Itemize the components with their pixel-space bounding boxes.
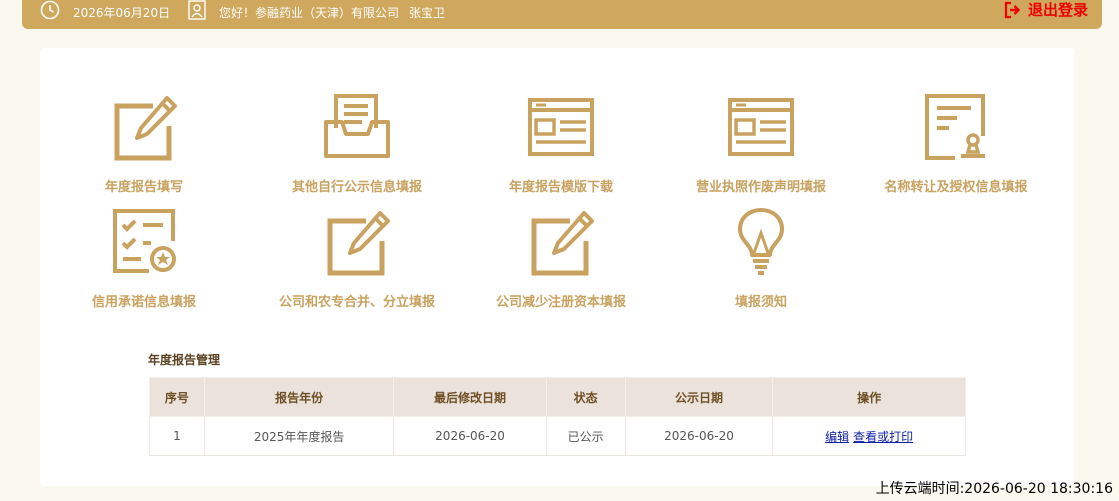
sync-label: 上传云端时间:	[875, 481, 965, 497]
column-header: 序号	[149, 377, 205, 417]
edit-link[interactable]: 编辑	[825, 430, 849, 444]
template-window-icon	[528, 98, 594, 156]
tile-label: 名称转让及授权信息填报	[884, 180, 1028, 195]
tile-label: 公司减少注册资本填报	[495, 295, 626, 310]
user-name: 张宝卫	[409, 6, 446, 20]
tile-label: 信用承诺信息填报	[91, 295, 196, 310]
row-index: 1	[149, 416, 205, 456]
main-panel: 年度报告填写 其他自行公示信息填报 年度报告模版下载 营业执照作废声明填报 名称…	[40, 48, 1074, 486]
tile-label: 其他自行公示信息填报	[291, 180, 422, 195]
column-header: 操作	[772, 377, 966, 417]
tile-label: 公司和农专合并、分立填报	[278, 295, 435, 310]
logout-button[interactable]: 退出登录	[1004, 0, 1088, 20]
section-title: 年度报告管理	[148, 353, 221, 367]
column-header: 状态	[545, 377, 626, 417]
tile-annual-report-fill[interactable]: 年度报告填写	[44, 92, 244, 195]
status: 已公示	[545, 416, 626, 456]
current-date: 2026年06月20日	[73, 6, 171, 20]
edit-icon	[327, 211, 390, 276]
report-year: 2025年年度报告	[203, 416, 395, 456]
clock-icon	[40, 0, 60, 20]
tile-filing-notice[interactable]: 填报须知	[661, 207, 861, 310]
tile-other-disclosure[interactable]: 其他自行公示信息填报	[257, 92, 457, 195]
modified-date: 2026-06-20	[393, 416, 547, 456]
tile-license-void[interactable]: 营业执照作废声明填报	[661, 92, 861, 195]
annual-report-table: 序号 报告年份 最后修改日期 状态 公示日期 操作 1 2025年年度报告 20…	[149, 377, 966, 456]
tile-name-transfer[interactable]: 名称转让及授权信息填报	[856, 92, 1056, 195]
published-date: 2026-06-20	[624, 416, 774, 456]
upload-time: 上传云端时间:2026-06-20 18:30:16	[876, 478, 1113, 498]
tile-label: 填报须知	[734, 295, 787, 310]
table-row: 1 2025年年度报告 2026-06-20 已公示 2026-06-20 编辑…	[149, 416, 966, 456]
logout-label: 退出登录	[1027, 1, 1088, 19]
tile-label: 年度报告填写	[104, 180, 183, 195]
company-name: 参融药业（天津）有限公司	[255, 6, 400, 20]
certificate-stamp-icon	[925, 94, 985, 160]
greeting: 您好！	[219, 6, 256, 20]
tile-credit-commitment[interactable]: 信用承诺信息填报	[44, 207, 244, 310]
inbox-tray-icon	[324, 94, 390, 158]
table-header-row: 序号 报告年份 最后修改日期 状态 公示日期 操作	[149, 377, 966, 417]
sync-time: 2026-06-20 18:30:16	[964, 481, 1113, 497]
user-icon	[188, 0, 206, 20]
actions-cell: 编辑 查看或打印	[772, 416, 966, 456]
column-header: 最后修改日期	[393, 377, 547, 417]
edit-icon	[114, 96, 177, 161]
lightbulb-icon	[738, 208, 784, 275]
license-window-icon	[728, 98, 794, 156]
column-header: 报告年份	[203, 377, 395, 417]
tile-label: 营业执照作废声明填报	[695, 180, 826, 195]
logout-icon	[1004, 1, 1021, 18]
tile-label: 年度报告模版下载	[508, 180, 613, 195]
tile-capital-reduction[interactable]: 公司减少注册资本填报	[461, 207, 661, 310]
view-print-link[interactable]: 查看或打印	[853, 430, 913, 444]
greeting-text: 您好！参融药业（天津）有限公司 张宝卫	[219, 4, 455, 21]
tile-merger-split[interactable]: 公司和农专合并、分立填报	[257, 207, 457, 310]
top-bar: 2026年06月20日 您好！参融药业（天津）有限公司 张宝卫 退出登录	[22, 0, 1102, 29]
checklist-badge-icon	[113, 209, 176, 273]
column-header: 公示日期	[624, 377, 774, 417]
edit-icon	[531, 211, 594, 276]
tile-template-download[interactable]: 年度报告模版下载	[461, 92, 661, 195]
